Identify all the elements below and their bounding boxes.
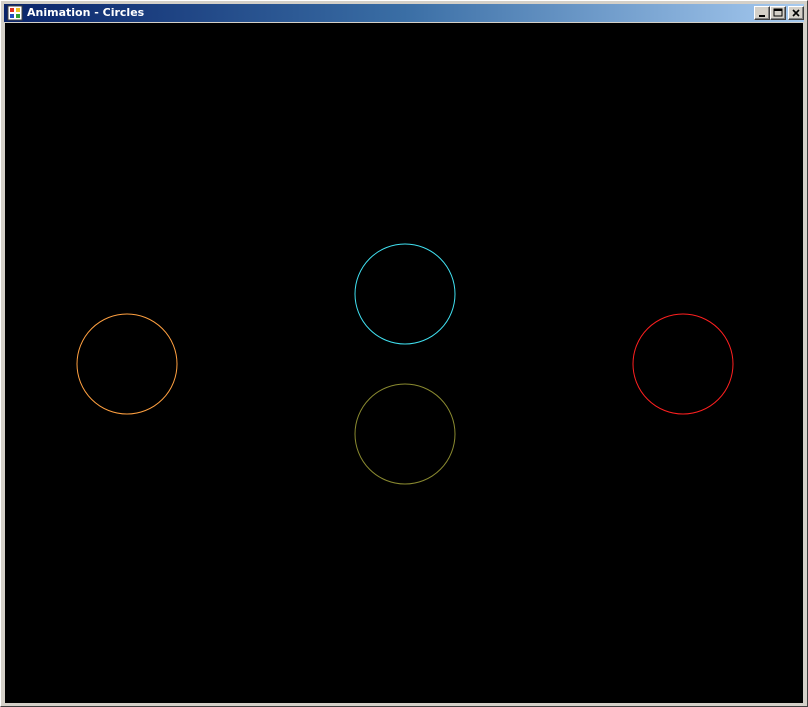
drawing-canvas[interactable] xyxy=(5,23,803,703)
title-bar[interactable]: Animation - Circles xyxy=(4,4,804,22)
app-icon[interactable] xyxy=(7,5,23,21)
circle-scene xyxy=(5,23,803,703)
maximize-button[interactable] xyxy=(770,6,786,20)
minimize-icon xyxy=(759,15,765,17)
minimize-button[interactable] xyxy=(754,6,770,20)
close-button[interactable] xyxy=(788,6,804,20)
maximize-icon xyxy=(773,8,783,17)
window-title: Animation - Circles xyxy=(27,6,145,19)
app-window: Animation - Circles xyxy=(0,0,808,707)
canvas-background xyxy=(5,23,803,703)
close-icon xyxy=(792,9,800,17)
